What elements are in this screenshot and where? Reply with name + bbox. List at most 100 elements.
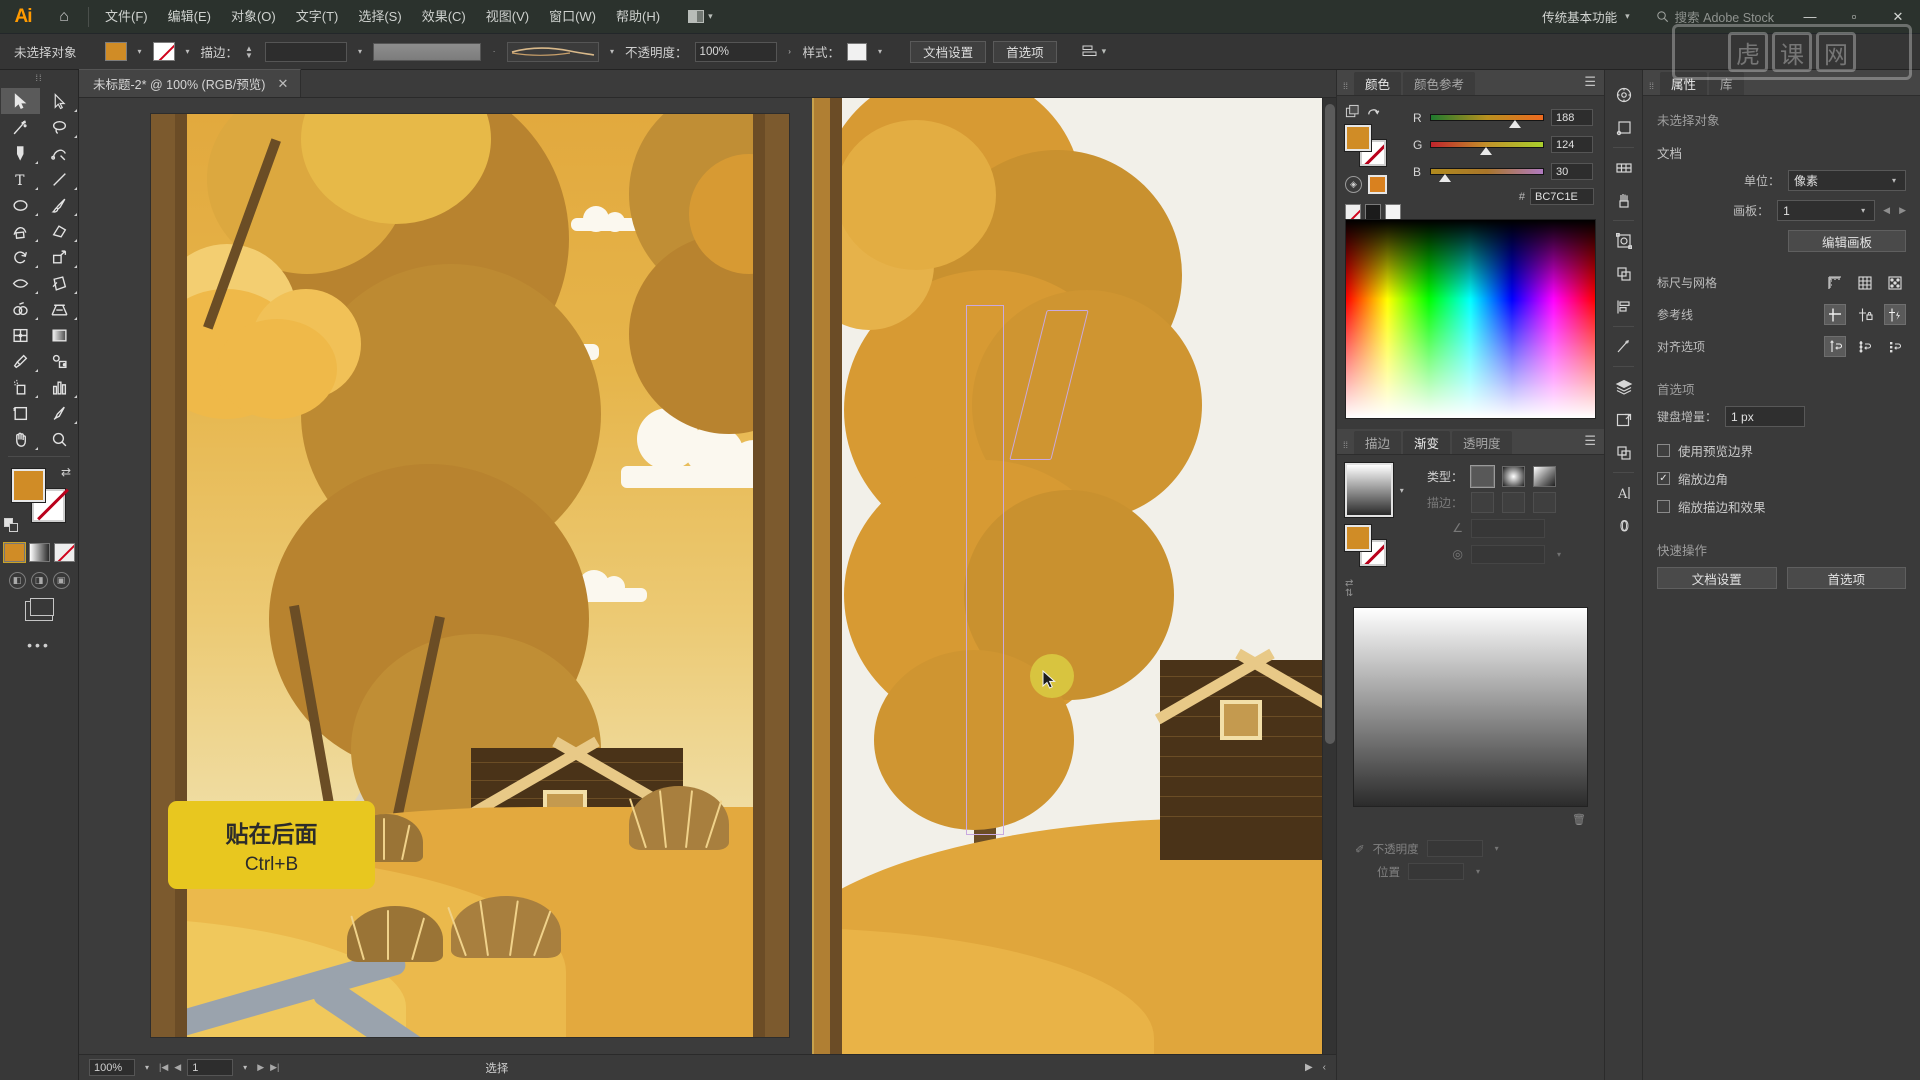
scale-strokes-effects-checkbox[interactable] — [1657, 500, 1670, 513]
zoom-level-field[interactable]: 100% — [89, 1059, 135, 1076]
gradient-fill-swatch[interactable] — [1344, 524, 1372, 552]
appearance-panel-icon[interactable] — [1605, 330, 1642, 363]
none-mode-button[interactable] — [53, 543, 75, 562]
transparency-grid-icon[interactable] — [1884, 272, 1906, 293]
arrange-documents-button[interactable]: ▾ — [682, 6, 719, 28]
menu-object[interactable]: 对象(O) — [221, 0, 286, 34]
slider-value-g[interactable]: 124 — [1551, 136, 1593, 153]
curvature-tool[interactable] — [40, 140, 79, 166]
workspace-switcher[interactable]: 传统基本功能 ▾ — [1530, 7, 1642, 26]
gradient-stroke-within-button[interactable] — [1471, 491, 1494, 513]
brushes-panel-icon[interactable] — [1605, 184, 1642, 217]
screen-mode-button[interactable] — [0, 598, 78, 621]
swatches-panel-icon[interactable] — [1605, 151, 1642, 184]
artboard-nav-first[interactable]: |◀ — [159, 1062, 168, 1073]
quick-preferences-button[interactable]: 首选项 — [1786, 567, 1906, 589]
slider-track-g[interactable] — [1430, 141, 1544, 155]
hex-value-field[interactable]: BC7C1E — [1530, 188, 1594, 205]
menu-type[interactable]: 文字(T) — [286, 0, 349, 34]
gradient-aspect-field[interactable] — [1471, 544, 1545, 564]
chevron-down-icon[interactable]: ▾ — [1553, 550, 1565, 559]
chevron-down-icon[interactable]: ▾ — [239, 1063, 251, 1072]
stroke-weight-field[interactable] — [265, 41, 348, 62]
slider-value-b[interactable]: 30 — [1551, 163, 1593, 180]
show-grid-icon[interactable] — [1854, 272, 1876, 293]
layers-panel-icon[interactable] — [1605, 370, 1642, 403]
gradient-reverse-icons[interactable]: ⇄ ⇅ — [1345, 579, 1407, 599]
artboard-tool[interactable] — [1, 400, 40, 426]
chevron-down-icon[interactable]: ▾ — [1491, 844, 1503, 853]
rotate-tool[interactable] — [1, 244, 40, 270]
gradient-type-freeform-button[interactable] — [1533, 465, 1556, 487]
menu-edit[interactable]: 编辑(E) — [158, 0, 221, 34]
perspective-grid-tool[interactable] — [40, 296, 79, 322]
swap-fill-stroke-icon[interactable]: ⇄ — [61, 465, 71, 479]
panel-grip[interactable]: ⁞⁞ — [1649, 81, 1658, 95]
tab-libraries[interactable]: 库 — [1709, 72, 1744, 95]
artboard-number-field[interactable]: 1 — [187, 1059, 234, 1076]
line-segment-tool[interactable] — [40, 166, 79, 192]
slider-knob-b[interactable] — [1439, 174, 1451, 182]
delete-stop-icon[interactable]: 🗑 — [1572, 813, 1586, 826]
document-setup-button[interactable]: 文档设置 — [910, 40, 987, 63]
show-rulers-icon[interactable] — [1824, 272, 1846, 293]
slider-track-b[interactable] — [1430, 168, 1544, 182]
scale-corners-checkbox[interactable]: ✓ — [1657, 472, 1670, 485]
color-panel-icon[interactable] — [1605, 78, 1642, 111]
stack-icon[interactable] — [1345, 104, 1360, 119]
color-preview-swatch[interactable] — [1368, 175, 1387, 194]
swap-arrow-icon[interactable] — [1366, 104, 1381, 119]
mesh-tool[interactable] — [1, 322, 40, 348]
gradient-eyedropper-icon[interactable]: ✐ — [1355, 842, 1365, 856]
tab-color-guide[interactable]: 颜色参考 — [1403, 72, 1476, 95]
magic-wand-tool[interactable] — [1, 114, 40, 140]
gradient-location-field[interactable] — [1408, 863, 1464, 880]
opacity-field[interactable]: 100% — [694, 41, 777, 62]
status-next-icon[interactable]: ▶ — [1305, 1062, 1313, 1073]
width-tool[interactable] — [1, 270, 40, 296]
pathfinder-panel-icon[interactable] — [1605, 257, 1642, 290]
draw-normal-icon[interactable]: ◧ — [8, 572, 26, 589]
keyboard-increment-field[interactable]: 1 px — [1725, 406, 1806, 427]
hand-tool[interactable] — [1, 426, 40, 452]
use-preview-bounds-row[interactable]: 使用预览边界 — [1657, 441, 1906, 460]
eyedropper-tool[interactable] — [1, 348, 40, 374]
home-icon[interactable]: ⌂ — [46, 0, 82, 34]
canvas-area[interactable]: 贴在后面 Ctrl+B — [79, 98, 1336, 1054]
scale-corners-row[interactable]: ✓ 缩放边角 — [1657, 469, 1906, 488]
document-tab[interactable]: 未标题-2* @ 100% (RGB/预览) ✕ — [79, 69, 302, 97]
symbols-panel-icon[interactable] — [1605, 224, 1642, 257]
chevron-right-icon[interactable]: › — [784, 47, 796, 56]
chevron-down-icon[interactable]: ▾ — [354, 47, 366, 56]
quick-document-setup-button[interactable]: 文档设置 — [1657, 567, 1777, 589]
gradient-angle-field[interactable] — [1471, 518, 1545, 538]
color-fill-swatch[interactable] — [1344, 124, 1372, 152]
stroke-weight-stepper[interactable]: ▲ ▼ — [245, 44, 256, 59]
zoom-tool[interactable] — [40, 426, 79, 452]
gradient-mode-button[interactable] — [28, 543, 50, 562]
status-prev-icon[interactable]: ‹ — [1323, 1062, 1326, 1073]
edit-toolbar-button[interactable]: ••• — [0, 637, 78, 653]
minimize-button[interactable]: — — [1788, 0, 1832, 34]
scrollbar-thumb[interactable] — [1325, 104, 1335, 744]
chevron-down-icon[interactable]: ▾ — [874, 47, 886, 56]
draw-behind-icon[interactable]: ◨ — [30, 572, 48, 589]
artboard-nav-prev[interactable]: ◀ — [174, 1062, 181, 1073]
panel-menu-icon[interactable]: ☰ — [1584, 75, 1596, 88]
gradient-tool[interactable] — [40, 322, 79, 348]
draw-inside-icon[interactable]: ▣ — [52, 572, 70, 589]
align-options-button[interactable]: ▾ — [1076, 41, 1113, 63]
tab-color[interactable]: 颜色 — [1354, 72, 1402, 95]
character-panel-icon[interactable]: A — [1605, 476, 1642, 509]
close-icon[interactable]: ✕ — [277, 76, 288, 92]
blend-tool[interactable] — [40, 348, 79, 374]
gradient-stroke-across-button[interactable] — [1533, 491, 1556, 513]
3d-cube-icon[interactable]: ◈ — [1345, 176, 1362, 193]
panel-grip[interactable]: ⁞⁞ — [1343, 440, 1352, 454]
slider-value-r[interactable]: 188 — [1551, 109, 1593, 126]
panel-grip[interactable]: ⁞⁞ — [1343, 81, 1352, 95]
artboard-nav-next[interactable]: ▶ — [257, 1062, 264, 1073]
artboard-prev-icon[interactable]: ◀ — [1883, 205, 1890, 216]
maximize-button[interactable]: ▫ — [1832, 0, 1876, 34]
color-spectrum-picker[interactable] — [1345, 219, 1596, 419]
